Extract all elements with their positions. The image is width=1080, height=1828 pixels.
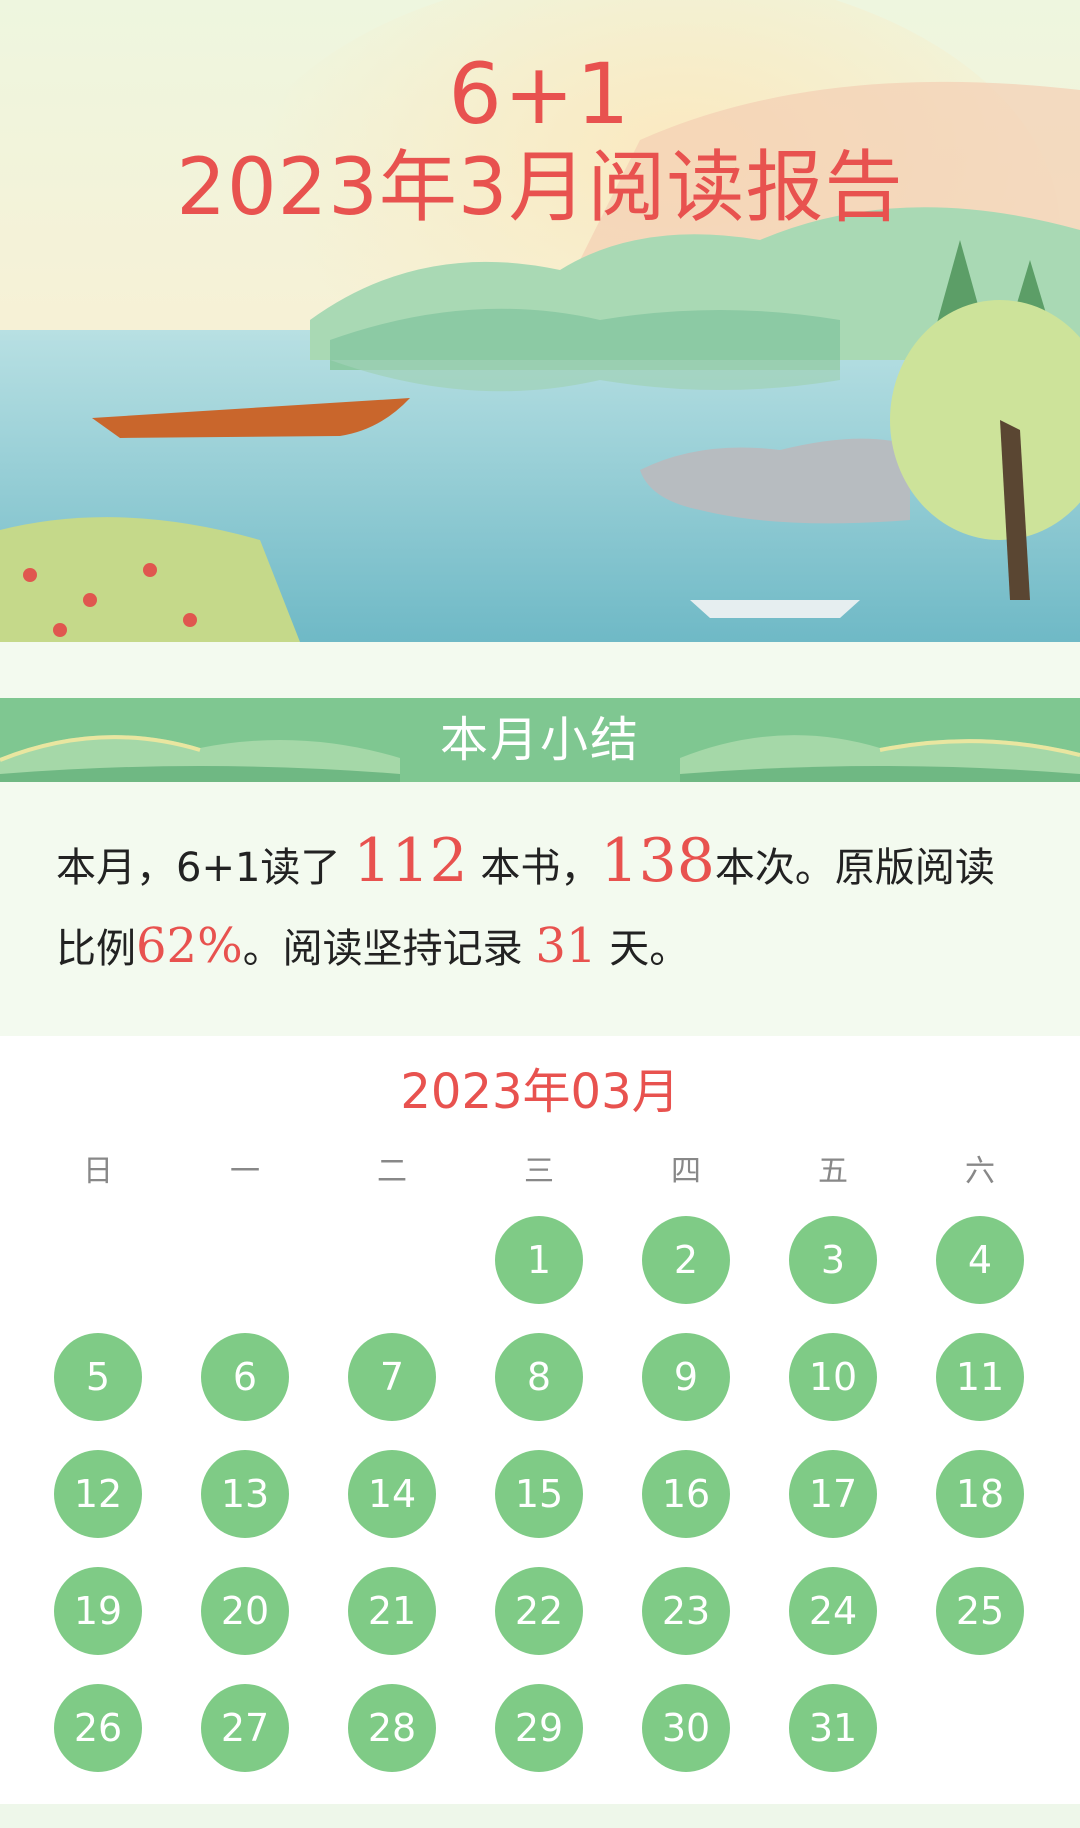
calendar-day-read[interactable]: 13: [201, 1450, 289, 1538]
calendar-day-read[interactable]: 23: [642, 1567, 730, 1655]
section-title: 本月小结: [439, 712, 640, 768]
calendar-day-read[interactable]: 1: [495, 1216, 583, 1304]
calendar-day-read[interactable]: 25: [936, 1567, 1024, 1655]
section-banner: 本月小结: [0, 698, 1080, 782]
calendar-day-read[interactable]: 8: [495, 1333, 583, 1421]
monthly-summary: 本月，6+1读了 112 本书，138本次。原版阅读比例62%。阅读坚持记录 3…: [0, 782, 1080, 1036]
calendar-day-read[interactable]: 31: [789, 1684, 877, 1772]
calendar-day-read[interactable]: 10: [789, 1333, 877, 1421]
summary-text-part: 。阅读坚持记录: [242, 926, 523, 972]
calendar-day-read[interactable]: 3: [789, 1216, 877, 1304]
summary-text-part: 本月，6+1读了: [56, 845, 341, 891]
calendar-day-read[interactable]: 24: [789, 1567, 877, 1655]
calendar-day-read[interactable]: 26: [54, 1684, 142, 1772]
calendar-day-read[interactable]: 12: [54, 1450, 142, 1538]
original-ratio: 62%: [136, 918, 243, 974]
calendar-day-read[interactable]: 21: [348, 1567, 436, 1655]
calendar-day-read[interactable]: 15: [495, 1450, 583, 1538]
summary-text-part: 天。: [609, 926, 690, 972]
calendar-day-read[interactable]: 17: [789, 1450, 877, 1538]
calendar-day-read[interactable]: 16: [642, 1450, 730, 1538]
summary-text-part: 本书，: [480, 845, 601, 891]
calendar-day-read[interactable]: 27: [201, 1684, 289, 1772]
calendar-day-read[interactable]: 7: [348, 1333, 436, 1421]
calendar-day-read[interactable]: 14: [348, 1450, 436, 1538]
bottom-strip: [0, 1804, 1080, 1828]
hero-banner: 6+1 2023年3月阅读报告: [0, 0, 1080, 642]
calendar-day-read[interactable]: 30: [642, 1684, 730, 1772]
calendar-day-read[interactable]: 18: [936, 1450, 1024, 1538]
calendar-day-read[interactable]: 9: [642, 1333, 730, 1421]
calendar-day-read[interactable]: 4: [936, 1216, 1024, 1304]
calendar-day-read[interactable]: 20: [201, 1567, 289, 1655]
calendar-day-read[interactable]: 2: [642, 1216, 730, 1304]
summary-text: 本月，6+1读了 112 本书，138本次。原版阅读比例62%。阅读坚持记录 3…: [56, 822, 1026, 988]
streak-days: 31: [535, 918, 597, 974]
report-title-line1: 6+1: [448, 45, 632, 143]
calendar-day-read[interactable]: 29: [495, 1684, 583, 1772]
reading-calendar: 2023年03月 日一二三四五六 1 2 3 4 5 6 7 8 9 10 11 12 13 14 15 16…: [0, 1036, 1080, 1804]
reading-times-count: 138: [600, 826, 715, 896]
calendar-days: 1 2 3 4 5 6 7 8 9 10 11 12 13 14 15 16 17 18 19 20 21 22 23 24 2…: [0, 1036, 1080, 1804]
calendar-day-read[interactable]: 11: [936, 1333, 1024, 1421]
reading-report-page: 6+1 2023年3月阅读报告 本月小结 本月，6+1读了 112 本书，138…: [0, 0, 1080, 1828]
calendar-day-read[interactable]: 28: [348, 1684, 436, 1772]
calendar-day-read[interactable]: 6: [201, 1333, 289, 1421]
books-count: 112: [353, 826, 468, 896]
report-title-line2: 2023年3月阅读报告: [176, 143, 904, 233]
calendar-day-read[interactable]: 5: [54, 1333, 142, 1421]
calendar-day-read[interactable]: 22: [495, 1567, 583, 1655]
calendar-day-read[interactable]: 19: [54, 1567, 142, 1655]
